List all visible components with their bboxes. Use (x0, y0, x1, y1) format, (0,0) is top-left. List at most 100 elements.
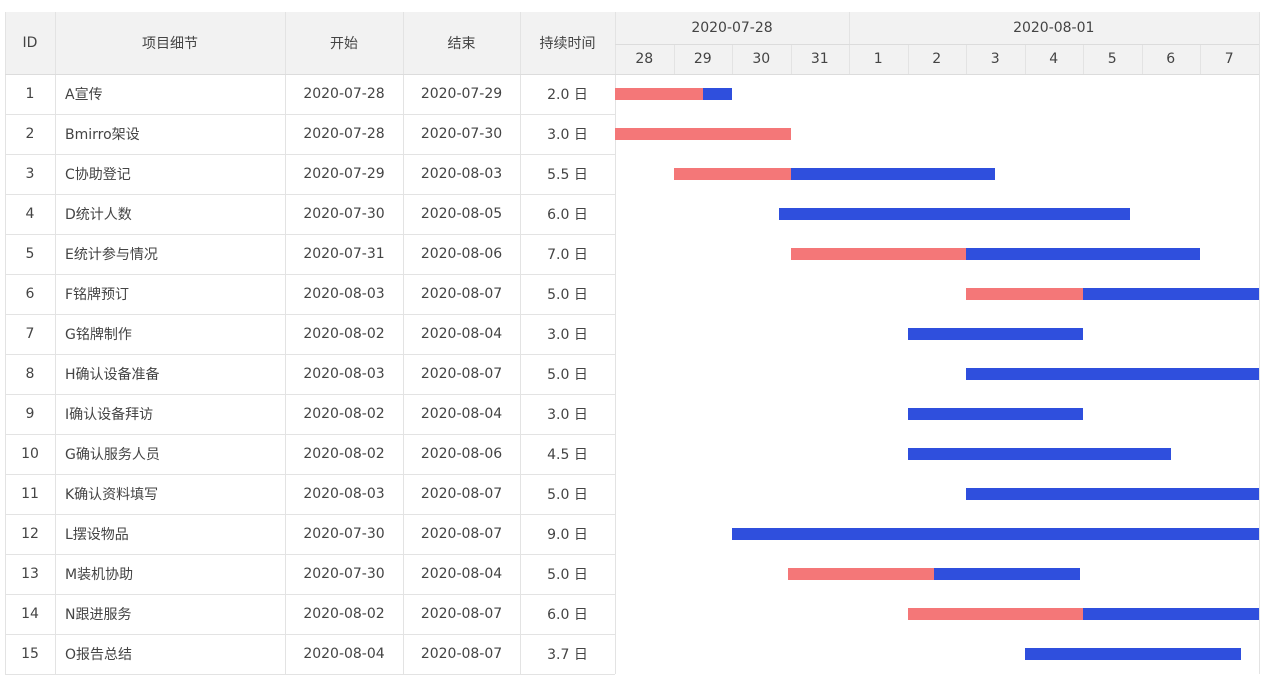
task-duration: 6.0 日 (547, 207, 588, 223)
day-separator (790, 44, 792, 74)
task-name: A宣传 (65, 87, 103, 103)
timeline-day-label: 5 (1083, 44, 1142, 74)
task-name: H确认设备准备 (65, 367, 160, 383)
header-duration: 持续时间 (520, 12, 615, 74)
task-id: 4 (25, 206, 35, 222)
timeline-day-label: 28 (615, 44, 674, 74)
task-duration: 4.5 日 (547, 447, 588, 463)
gantt-chart: ID 项目细节 开始 结束 持续时间 2020-07-28 2020-08-01 28 29 30… (5, 12, 1260, 678)
task-progress-bar (615, 128, 791, 140)
task-end: 2020-08-03 (420, 166, 503, 182)
task-id: 11 (21, 486, 39, 502)
task-start: 2020-07-31 (303, 246, 385, 262)
timeline-day-label: 1 (849, 44, 908, 74)
task-name: O报告总结 (65, 647, 133, 663)
task-id: 1 (25, 86, 35, 102)
task-end: 2020-07-30 (420, 126, 503, 142)
task-start: 2020-07-28 (303, 86, 385, 102)
header-mid-line (615, 44, 1259, 45)
task-bar (966, 488, 1259, 500)
task-progress-bar (790, 248, 966, 260)
task-bar (732, 528, 1259, 540)
task-progress-bar (966, 288, 1083, 300)
task-duration: 5.5 日 (547, 167, 588, 183)
task-name: M装机协助 (65, 567, 134, 583)
task-end: 2020-08-04 (420, 326, 503, 342)
task-id: 7 (25, 326, 35, 342)
grid-vline (615, 12, 616, 674)
day-separator (1200, 44, 1201, 74)
header-detail: 项目细节 (55, 12, 285, 74)
day-separator (1141, 44, 1143, 74)
day-separator (1024, 44, 1026, 74)
grid-vline-right (1258, 12, 1260, 674)
task-duration: 6.0 日 (547, 607, 588, 623)
task-bar (907, 448, 1171, 460)
group-separator (849, 12, 850, 44)
task-name: C协助登记 (65, 167, 131, 183)
task-end: 2020-08-04 (420, 566, 503, 582)
timeline-day-label: 31 (790, 44, 849, 74)
task-end: 2020-08-07 (420, 646, 503, 662)
timeline-day-label: 7 (1200, 44, 1259, 74)
timeline-day-label: 4 (1024, 44, 1083, 74)
task-end: 2020-08-06 (420, 446, 503, 462)
task-id: 10 (21, 446, 39, 462)
task-id: 14 (21, 606, 39, 622)
timeline-day-label: 3 (966, 44, 1025, 74)
task-name: G确认服务人员 (65, 447, 160, 463)
task-end: 2020-08-06 (420, 246, 503, 262)
task-start: 2020-08-02 (303, 406, 385, 422)
task-id: 15 (21, 646, 39, 662)
timeline-group-label: 2020-08-01 (849, 12, 1259, 44)
task-start: 2020-07-30 (303, 566, 385, 582)
task-id: 13 (21, 566, 39, 582)
task-bar (1024, 648, 1241, 660)
task-bar (778, 208, 1130, 220)
task-duration: 2.0 日 (547, 87, 588, 103)
task-end: 2020-08-07 (420, 486, 503, 502)
task-name: K确认资料填写 (65, 487, 159, 503)
task-end: 2020-08-04 (420, 406, 503, 422)
task-duration: 3.0 日 (547, 127, 588, 143)
task-bar (907, 328, 1083, 340)
task-duration: 5.0 日 (547, 287, 588, 303)
timeline-day-label: 30 (732, 44, 791, 74)
task-duration: 5.0 日 (547, 367, 588, 383)
header-start: 开始 (285, 12, 403, 74)
day-separator (907, 44, 909, 74)
timeline-day-label: 2 (907, 44, 966, 74)
task-start: 2020-07-28 (303, 126, 385, 142)
task-bar (966, 368, 1259, 380)
task-start: 2020-08-03 (303, 486, 385, 502)
task-name: I确认设备拜访 (65, 407, 154, 423)
task-duration: 5.0 日 (547, 567, 588, 583)
task-start: 2020-08-02 (303, 446, 385, 462)
task-progress-bar (787, 568, 934, 580)
timeline-day-label: 6 (1141, 44, 1200, 74)
task-start: 2020-07-30 (303, 526, 385, 542)
task-name: G铭牌制作 (65, 327, 132, 343)
task-end: 2020-07-29 (420, 86, 503, 102)
timeline-day-label: 29 (673, 44, 732, 74)
task-bar (907, 408, 1083, 420)
task-duration: 3.0 日 (547, 407, 588, 423)
task-progress-bar (907, 608, 1083, 620)
task-start: 2020-07-29 (303, 166, 385, 182)
task-id: 6 (25, 286, 35, 302)
task-start: 2020-08-03 (303, 366, 385, 382)
task-name: N跟进服务 (65, 607, 132, 623)
task-start: 2020-08-02 (303, 606, 385, 622)
task-start: 2020-07-30 (303, 206, 385, 222)
row-separator (5, 674, 615, 675)
task-name: E统计参与情况 (65, 247, 158, 263)
task-duration: 3.7 日 (547, 647, 588, 663)
task-duration: 9.0 日 (547, 527, 588, 543)
day-separator (1083, 44, 1084, 74)
task-start: 2020-08-04 (303, 646, 385, 662)
task-duration: 3.0 日 (547, 327, 588, 343)
task-id: 5 (25, 246, 35, 262)
task-name: L摆设物品 (65, 527, 129, 543)
day-separator (673, 44, 675, 74)
task-end: 2020-08-07 (420, 606, 503, 622)
